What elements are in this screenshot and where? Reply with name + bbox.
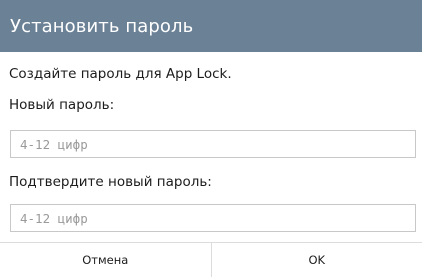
ok-button[interactable]: OK <box>211 243 422 277</box>
confirm-password-input[interactable] <box>10 204 416 232</box>
set-password-dialog: Установить пароль Создайте пароль для Ap… <box>0 0 422 277</box>
dialog-title-bar: Установить пароль <box>0 0 422 52</box>
cancel-button[interactable]: Отмена <box>0 243 212 277</box>
new-password-label: Новый пароль: <box>9 97 115 113</box>
dialog-title: Установить пароль <box>10 15 194 37</box>
new-password-input[interactable] <box>10 130 416 158</box>
confirm-password-label: Подтвердите новый пароль: <box>9 174 212 190</box>
dialog-description: Создайте пароль для App Lock. <box>9 66 232 82</box>
dialog-button-bar: Отмена OK <box>0 242 422 277</box>
